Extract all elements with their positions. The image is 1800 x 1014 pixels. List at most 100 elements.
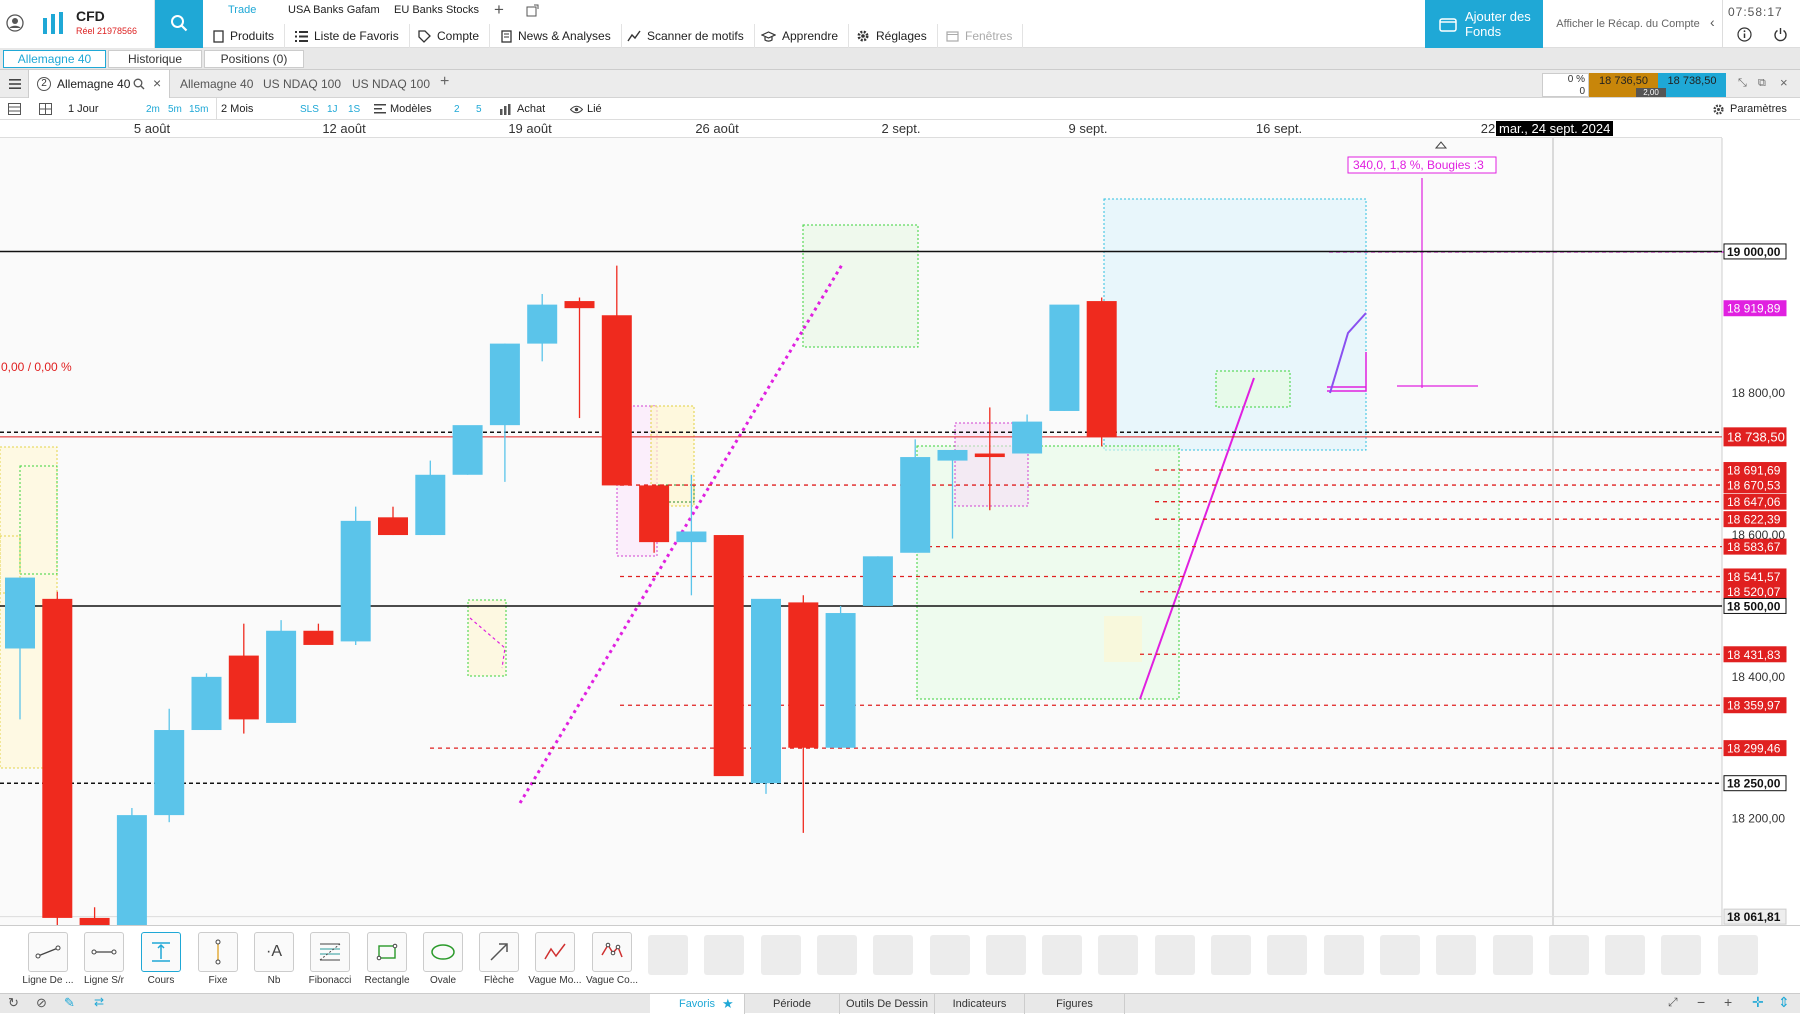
pencil-icon[interactable]: ✎ bbox=[64, 995, 75, 1011]
candle-body[interactable] bbox=[751, 598, 781, 784]
candle-body[interactable] bbox=[266, 630, 297, 723]
linked-button[interactable]: Lié bbox=[570, 98, 602, 120]
interval-select[interactable]: 1 Jour bbox=[68, 98, 138, 120]
nav-reglages[interactable]: Réglages bbox=[846, 24, 938, 48]
candle-body[interactable] bbox=[788, 602, 819, 748]
option-2[interactable]: 2 bbox=[454, 98, 460, 120]
nav-favoris[interactable]: Liste de Favoris bbox=[285, 24, 410, 48]
candle-body[interactable] bbox=[228, 655, 259, 720]
tab-eu-banks[interactable]: EU Banks Stocks bbox=[394, 4, 479, 16]
nav-compte[interactable]: Compte bbox=[408, 24, 491, 48]
refresh-icon[interactable]: ↻ bbox=[8, 995, 19, 1011]
close-icon[interactable]: × bbox=[153, 75, 161, 91]
tool-rectangle[interactable]: Rectangle bbox=[359, 932, 415, 992]
tab-indicateurs[interactable]: Indicateurs bbox=[935, 994, 1025, 1014]
empty-tool-slot[interactable] bbox=[1436, 935, 1477, 975]
add-chart-icon[interactable]: + bbox=[440, 73, 449, 91]
account-recap-link[interactable]: Afficher le Récap. du Compte bbox=[1548, 0, 1708, 48]
menu-icon[interactable] bbox=[9, 79, 21, 89]
nav-apprendre[interactable]: Apprendre bbox=[751, 24, 850, 48]
candle-body[interactable] bbox=[713, 535, 744, 777]
empty-tool-slot[interactable] bbox=[1379, 935, 1420, 975]
magnet-icon[interactable]: ⇄ bbox=[94, 995, 104, 1009]
collapse-icon[interactable]: ‹ bbox=[1710, 14, 1715, 30]
candle-body[interactable] bbox=[527, 304, 558, 344]
tool-nb[interactable]: ·A Nb bbox=[246, 932, 302, 992]
tab-positions[interactable]: Positions (0) bbox=[204, 50, 304, 68]
option-5[interactable]: 5 bbox=[476, 98, 482, 120]
edit-tabs-icon[interactable] bbox=[526, 3, 540, 17]
empty-tool-slot[interactable] bbox=[1605, 935, 1646, 975]
empty-tool-slot[interactable] bbox=[1211, 935, 1251, 975]
candle-body[interactable] bbox=[564, 301, 595, 309]
zoom-in-icon[interactable]: + bbox=[1724, 994, 1732, 1010]
nav-produits[interactable]: Produits bbox=[203, 24, 286, 48]
empty-tool-slot[interactable] bbox=[929, 935, 970, 975]
tool-sr-line[interactable]: Ligne S/r bbox=[76, 932, 132, 992]
tab-outils-dessin[interactable]: Outils De Dessin bbox=[840, 994, 935, 1014]
zone-box[interactable] bbox=[467, 599, 507, 677]
candle-body[interactable] bbox=[974, 453, 1005, 458]
range-1s[interactable]: 1S bbox=[348, 98, 360, 120]
candle-body[interactable] bbox=[340, 520, 371, 642]
candle-body[interactable] bbox=[1086, 301, 1117, 438]
popout-icon[interactable]: ⧉ bbox=[1758, 77, 1766, 90]
measure-box[interactable] bbox=[1103, 198, 1367, 451]
candle-body[interactable] bbox=[415, 474, 446, 536]
candle-body[interactable] bbox=[116, 815, 147, 925]
tool-fixe[interactable]: Fixe bbox=[190, 932, 246, 992]
candle-body[interactable] bbox=[676, 531, 707, 543]
tab-trade[interactable]: Trade bbox=[228, 4, 256, 16]
zone-box[interactable] bbox=[802, 224, 919, 348]
cancel-icon[interactable]: ⊘ bbox=[36, 995, 47, 1011]
sls-button[interactable]: SLS bbox=[300, 98, 319, 120]
range-1j[interactable]: 1J bbox=[327, 98, 338, 120]
nav-news[interactable]: News & Analyses bbox=[491, 24, 622, 48]
candle-body[interactable] bbox=[452, 425, 483, 475]
vertical-fit-icon[interactable]: ⇕ bbox=[1778, 994, 1790, 1011]
candle-body[interactable] bbox=[937, 449, 968, 461]
tab-figures[interactable]: Figures bbox=[1025, 994, 1125, 1014]
chart-tab[interactable]: US NDAQ 100 bbox=[344, 70, 438, 98]
empty-tool-slot[interactable] bbox=[648, 935, 688, 975]
shrink-icon[interactable]: ⤡ bbox=[1738, 77, 1747, 90]
empty-tool-slot[interactable] bbox=[1661, 935, 1702, 975]
candle-body[interactable] bbox=[639, 485, 670, 543]
buy-button[interactable]: Achat bbox=[500, 98, 545, 120]
candle-body[interactable] bbox=[303, 630, 334, 645]
tab-historique[interactable]: Historique bbox=[108, 50, 202, 68]
empty-tool-slot[interactable] bbox=[816, 935, 857, 975]
tool-fibonacci[interactable]: Fibonacci bbox=[302, 932, 358, 992]
candle-body[interactable] bbox=[1012, 421, 1043, 454]
candle-body[interactable] bbox=[825, 613, 856, 748]
tool-cours[interactable]: Cours bbox=[133, 932, 189, 992]
candle-body[interactable] bbox=[378, 517, 408, 536]
star-icon[interactable]: ★ bbox=[722, 996, 734, 1012]
candle-body[interactable] bbox=[5, 577, 35, 649]
ask-price-button[interactable]: 18 738,50 bbox=[1658, 73, 1726, 97]
tool-ovale[interactable]: Ovale bbox=[415, 932, 471, 992]
empty-tool-slot[interactable] bbox=[1042, 935, 1083, 975]
tab-allemagne-40[interactable]: Allemagne 40 bbox=[3, 50, 106, 68]
empty-tool-slot[interactable] bbox=[873, 935, 914, 975]
nav-fenetres[interactable]: Fenêtres bbox=[936, 24, 1024, 48]
candle-body[interactable] bbox=[154, 730, 185, 816]
search-icon[interactable] bbox=[133, 78, 145, 90]
fit-icon[interactable]: ⤢ bbox=[1668, 995, 1678, 1010]
candle-body[interactable] bbox=[489, 343, 520, 426]
tool-fleche[interactable]: Flèche bbox=[471, 932, 527, 992]
empty-tool-slot[interactable] bbox=[1548, 935, 1589, 975]
crosshair-icon[interactable]: ✛ bbox=[1752, 994, 1764, 1011]
close-chart-icon[interactable]: × bbox=[1780, 75, 1788, 90]
empty-tool-slot[interactable] bbox=[1098, 935, 1139, 975]
empty-tool-slot[interactable] bbox=[1267, 935, 1308, 975]
range-select[interactable]: 2 Mois bbox=[216, 98, 292, 120]
layout-icon[interactable] bbox=[39, 103, 52, 115]
nav-scanner[interactable]: Scanner de motifs bbox=[617, 24, 755, 48]
empty-tool-slot[interactable] bbox=[1323, 935, 1364, 975]
empty-tool-slot[interactable] bbox=[1154, 935, 1195, 975]
interval-2m[interactable]: 2m bbox=[146, 98, 160, 120]
panel-icon[interactable] bbox=[8, 103, 21, 115]
parameters-button[interactable]: Paramètres bbox=[1712, 98, 1787, 120]
empty-tool-slot[interactable] bbox=[1717, 935, 1758, 975]
